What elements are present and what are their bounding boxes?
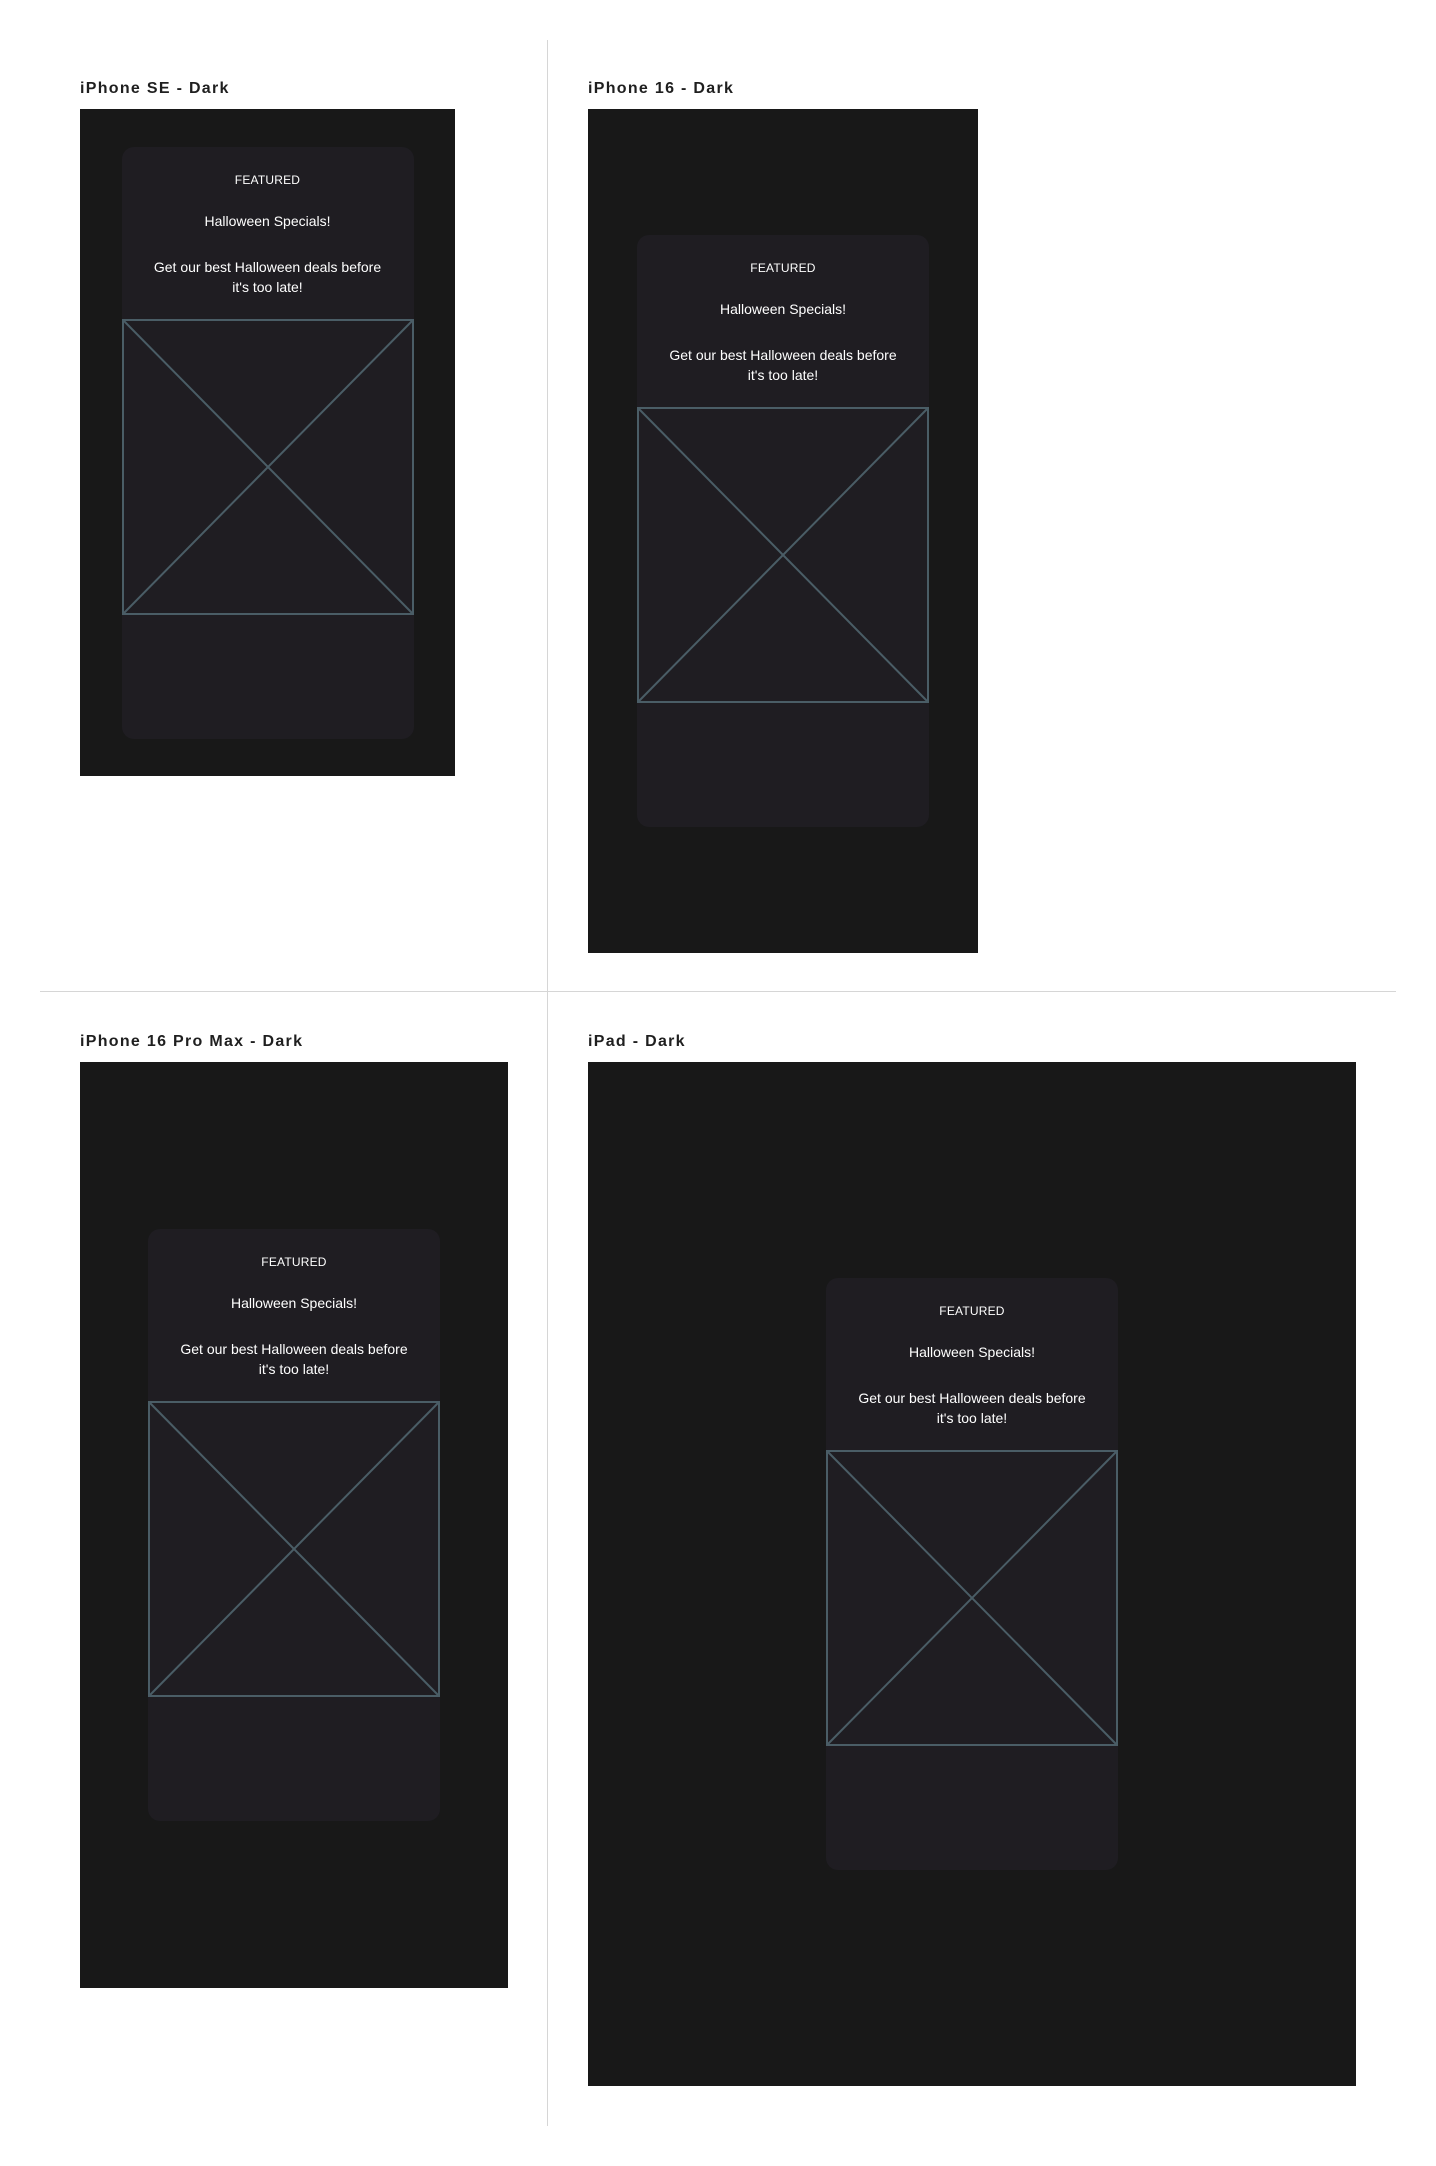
featured-card[interactable]: FEATURED Halloween Specials! Get our bes… [826,1278,1118,1870]
frame-label-iphone-se: iPhone SE - Dark [80,80,230,97]
card-eyebrow: FEATURED [234,173,301,187]
frame-label-iphone-16: iPhone 16 - Dark [588,80,735,97]
horizontal-divider [40,991,1396,992]
card-body: Get our best Halloween deals before it's… [858,1390,1086,1426]
card-body: Get our best Halloween deals before it's… [180,1341,408,1377]
card-title: Halloween Specials! [719,301,847,317]
device-iphone-16-pro-max: FEATURED Halloween Specials! Get our bes… [80,1062,508,1988]
card-body: Get our best Halloween deals before it's… [669,347,897,383]
card-eyebrow: FEATURED [750,261,816,275]
device-iphone-se: FEATURED Halloween Specials! Get our bes… [80,109,455,776]
vertical-divider [547,40,548,2126]
image-placeholder-icon [826,1450,1118,1746]
device-ipad: FEATURED Halloween Specials! Get our bes… [588,1062,1356,2086]
featured-card[interactable]: FEATURED Halloween Specials! Get our bes… [637,235,929,827]
frame-label-ipad: iPad - Dark [588,1033,686,1050]
device-iphone-16: FEATURED Halloween Specials! Get our bes… [588,109,978,953]
card-title: Halloween Specials! [230,1295,358,1311]
featured-card[interactable]: FEATURED Halloween Specials! Get our bes… [148,1229,440,1821]
frame-label-iphone-16-pro-max: iPhone 16 Pro Max - Dark [80,1033,304,1050]
card-eyebrow: FEATURED [939,1304,1005,1318]
card-body: Get our best Halloween deals before it's… [153,259,382,295]
featured-card[interactable]: FEATURED Halloween Specials! Get our bes… [121,147,414,739]
card-title: Halloween Specials! [908,1344,1036,1360]
image-placeholder-icon [637,407,929,703]
card-title: Halloween Specials! [204,213,331,229]
image-placeholder-icon [148,1401,440,1697]
card-eyebrow: FEATURED [261,1255,327,1269]
image-placeholder-icon [121,319,414,615]
